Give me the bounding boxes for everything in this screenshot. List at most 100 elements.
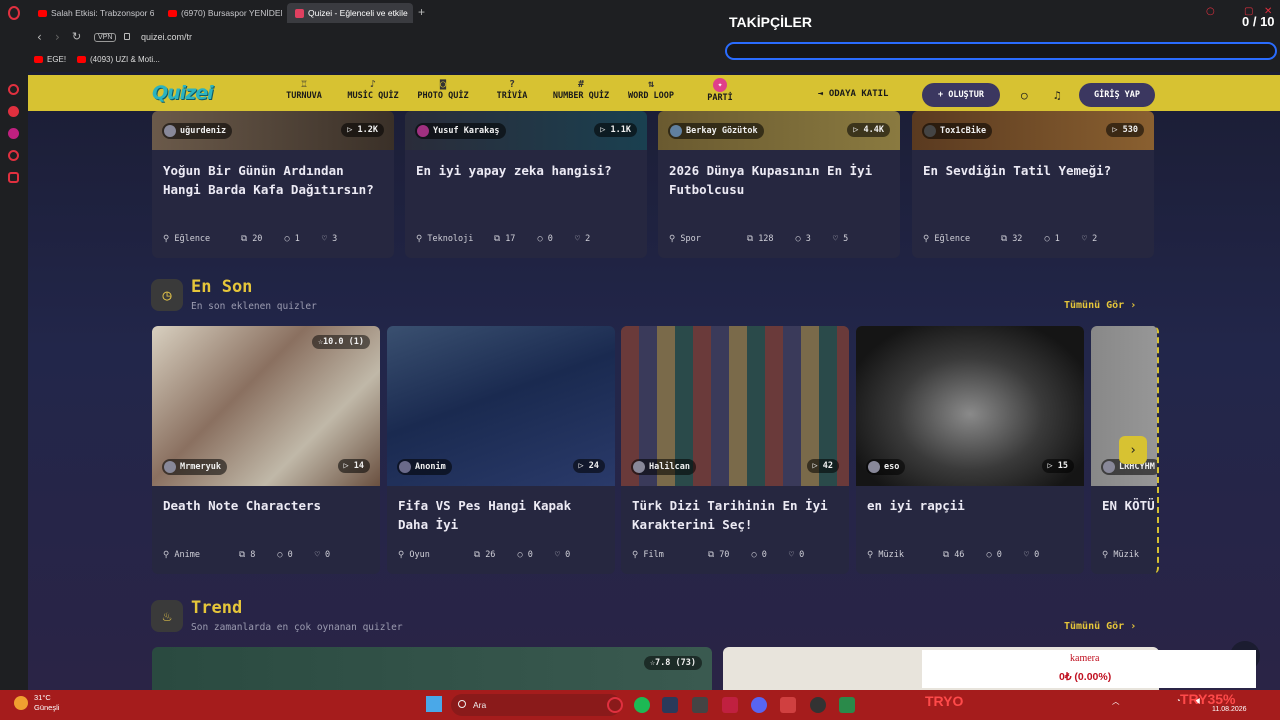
like-count[interactable]: ♡ 0: [555, 550, 570, 560]
app-icon[interactable]: [780, 697, 796, 713]
steam-icon[interactable]: [662, 697, 678, 713]
app-icon[interactable]: [722, 697, 738, 713]
quiz-card-title[interactable]: en iyi rapçii: [867, 496, 1074, 515]
forward-icon[interactable]: ›: [55, 30, 60, 44]
site-logo[interactable]: Quizei: [152, 82, 214, 104]
sidebar-whatsapp-icon[interactable]: [8, 150, 19, 161]
nav-trivia[interactable]: ? TRİVİA: [490, 79, 534, 101]
category-label[interactable]: ⚲ Müzik: [1102, 550, 1139, 560]
see-all-latest-link[interactable]: Tümünü Gör ›: [1064, 300, 1136, 311]
quiz-card-title[interactable]: Death Note Characters: [163, 496, 370, 515]
like-count[interactable]: ♡ 0: [1024, 550, 1039, 560]
obs-icon[interactable]: [810, 697, 826, 713]
taskbar-search[interactable]: Ara: [451, 694, 621, 716]
sidebar-instagram-icon[interactable]: [8, 172, 19, 183]
like-count[interactable]: ♡ 0: [789, 550, 804, 560]
quiz-card[interactable]: Berkay Gözütok ▷ 4.4K 2026 Dünya Kupasın…: [658, 111, 900, 258]
trophy-icon: ♖: [300, 79, 308, 90]
like-count[interactable]: ♡ 5: [833, 234, 848, 244]
nav-word-loop[interactable]: ⇅ WORD LOOP: [623, 79, 679, 101]
category-label[interactable]: ⚲ Spor: [669, 234, 747, 244]
quiz-card-title[interactable]: Fifa VS Pes Hangi Kapak Daha İyi: [398, 496, 605, 534]
like-count[interactable]: ♡ 2: [575, 234, 590, 244]
opera-logo-icon[interactable]: [8, 6, 20, 20]
nav-turnuva[interactable]: ♖ TURNUVA: [284, 79, 324, 101]
start-windows-icon[interactable]: [426, 696, 442, 712]
category-label[interactable]: ⚲ Oyun: [398, 550, 474, 560]
quiz-card[interactable]: eso ▷ 15 en iyi rapçii ⚲ Müzik ⧉ 46 ○ 0 …: [856, 326, 1084, 574]
nav-music-quiz[interactable]: ♪ MUSİC QUİZ: [344, 79, 402, 101]
play-count: ▷ 14: [337, 459, 370, 473]
join-room-button[interactable]: ⇥ ODAYA KATIL: [818, 89, 888, 99]
quiz-card-author[interactable]: eso: [866, 459, 906, 475]
browser-tab-1[interactable]: Salah Etkisi: Trabzonspor 6: [30, 3, 154, 23]
quiz-card-author[interactable]: uğurdeniz: [162, 123, 233, 139]
weather-widget[interactable]: 31°C Güneşli: [34, 693, 59, 713]
category-label[interactable]: ⚲ Eğlence: [923, 234, 1001, 244]
sidebar-aria-icon[interactable]: [8, 106, 19, 117]
trend-quiz-card[interactable]: ☆7.8 (73): [152, 647, 712, 690]
comment-count: ○ 1: [1044, 234, 1060, 244]
like-count[interactable]: ♡ 2: [1082, 234, 1097, 244]
carousel-next-button[interactable]: ›: [1119, 436, 1147, 464]
quiz-card[interactable]: Yusuf Karakaş ▷ 1.1K En iyi yapay zeka h…: [405, 111, 647, 258]
address-bar[interactable]: quizei.com/tr: [141, 32, 192, 42]
new-tab-icon[interactable]: +: [418, 5, 425, 19]
bookmark-1[interactable]: EGE!: [34, 55, 66, 64]
search-icon[interactable]: ○: [1021, 89, 1028, 102]
avatar: [924, 125, 936, 137]
vpn-badge[interactable]: VPN: [94, 33, 117, 42]
quiz-card-author[interactable]: Berkay Gözütok: [668, 123, 764, 139]
app-icon[interactable]: [692, 697, 708, 713]
quiz-card[interactable]: ☆10.0 (1) Mrmeryuk ▷ 14 Death Note Chara…: [152, 326, 380, 574]
quiz-card[interactable]: Anonim ▷ 24 Fifa VS Pes Hangi Kapak Daha…: [387, 326, 615, 574]
youtube-icon: [34, 56, 43, 63]
quiz-card[interactable]: Tox1cBike ▷ 530 En Sevdiğin Tatil Yemeği…: [912, 111, 1154, 258]
quiz-card-title[interactable]: 2026 Dünya Kupasının En İyi Futbolcusu: [669, 161, 890, 199]
quiz-card[interactable]: uğurdeniz ▷ 1.2K Yoğun Bir Günün Ardında…: [152, 111, 394, 258]
reload-icon[interactable]: ↻: [72, 30, 81, 43]
create-button[interactable]: + OLUŞTUR: [922, 83, 1000, 107]
browser-tab-2[interactable]: (6970) Bursaspor YENİDEN: [160, 3, 282, 23]
see-all-trend-link[interactable]: Tümünü Gör ›: [1064, 621, 1136, 632]
discord-icon[interactable]: [751, 697, 767, 713]
quiz-card-title[interactable]: En iyi yapay zeka hangisi?: [416, 161, 637, 180]
quiz-card-author[interactable]: Halilcan: [631, 459, 696, 475]
like-count[interactable]: ♡ 3: [322, 234, 337, 244]
opera-taskbar-icon[interactable]: [607, 697, 623, 713]
category-label[interactable]: ⚲ Müzik: [867, 550, 943, 560]
quiz-card-author[interactable]: Mrmeryuk: [162, 459, 227, 475]
sidebar-home-icon[interactable]: [8, 84, 19, 95]
taskbar-date[interactable]: 11.08.2026: [1212, 706, 1247, 713]
quiz-card-title[interactable]: EN KÖTÜ: [1102, 496, 1155, 515]
quiz-card-author[interactable]: Tox1cBike: [922, 123, 993, 139]
followers-overlay-title: TAKİPÇİLER: [729, 14, 812, 30]
browser-tab-active[interactable]: Quizei - Eğlenceli ve etkile: [287, 3, 413, 23]
avatar: [868, 461, 880, 473]
like-count[interactable]: ♡ 0: [315, 550, 330, 560]
nav-number-quiz[interactable]: # NUMBER QUİZ: [549, 79, 613, 101]
tray-chevron-icon[interactable]: ︿: [1112, 696, 1120, 707]
login-button[interactable]: GİRİŞ YAP: [1079, 83, 1155, 107]
category-label[interactable]: ⚲ Eğlence: [163, 234, 241, 244]
quiz-card-author[interactable]: Anonim: [397, 459, 452, 475]
quiz-card[interactable]: Halilcan ▷ 42 Türk Dizi Tarihinin En İyi…: [621, 326, 849, 574]
category-label[interactable]: ⚲ Anime: [163, 550, 239, 560]
nav-parti[interactable]: ✦ PARTİ: [698, 78, 742, 103]
bookmark-2[interactable]: (4093) UZI & Moti...: [77, 55, 160, 64]
category-label[interactable]: ⚲ Teknoloji: [416, 234, 494, 244]
quiz-card-title[interactable]: Yoğun Bir Günün Ardından Hangi Barda Kaf…: [163, 161, 384, 199]
nav-photo-quiz[interactable]: ◙ PHOTO QUİZ: [413, 79, 473, 101]
app-icon[interactable]: [839, 697, 855, 713]
quiz-card-title[interactable]: En Sevdiğin Tatil Yemeği?: [923, 161, 1144, 180]
back-icon[interactable]: ‹: [37, 30, 42, 44]
spotify-icon[interactable]: [634, 697, 650, 713]
quiz-card-title[interactable]: Türk Dizi Tarihinin En İyi Karakterini S…: [632, 496, 839, 534]
comment-count: ○ 0: [277, 550, 293, 560]
bell-icon[interactable]: ♫: [1054, 89, 1061, 102]
play-count: ▷ 1.2K: [341, 123, 384, 137]
quiz-card-author[interactable]: Yusuf Karakaş: [415, 123, 506, 139]
sidebar-messenger-icon[interactable]: [8, 128, 19, 139]
search-tabs-icon[interactable]: ○: [1206, 6, 1215, 17]
category-label[interactable]: ⚲ Film: [632, 550, 708, 560]
